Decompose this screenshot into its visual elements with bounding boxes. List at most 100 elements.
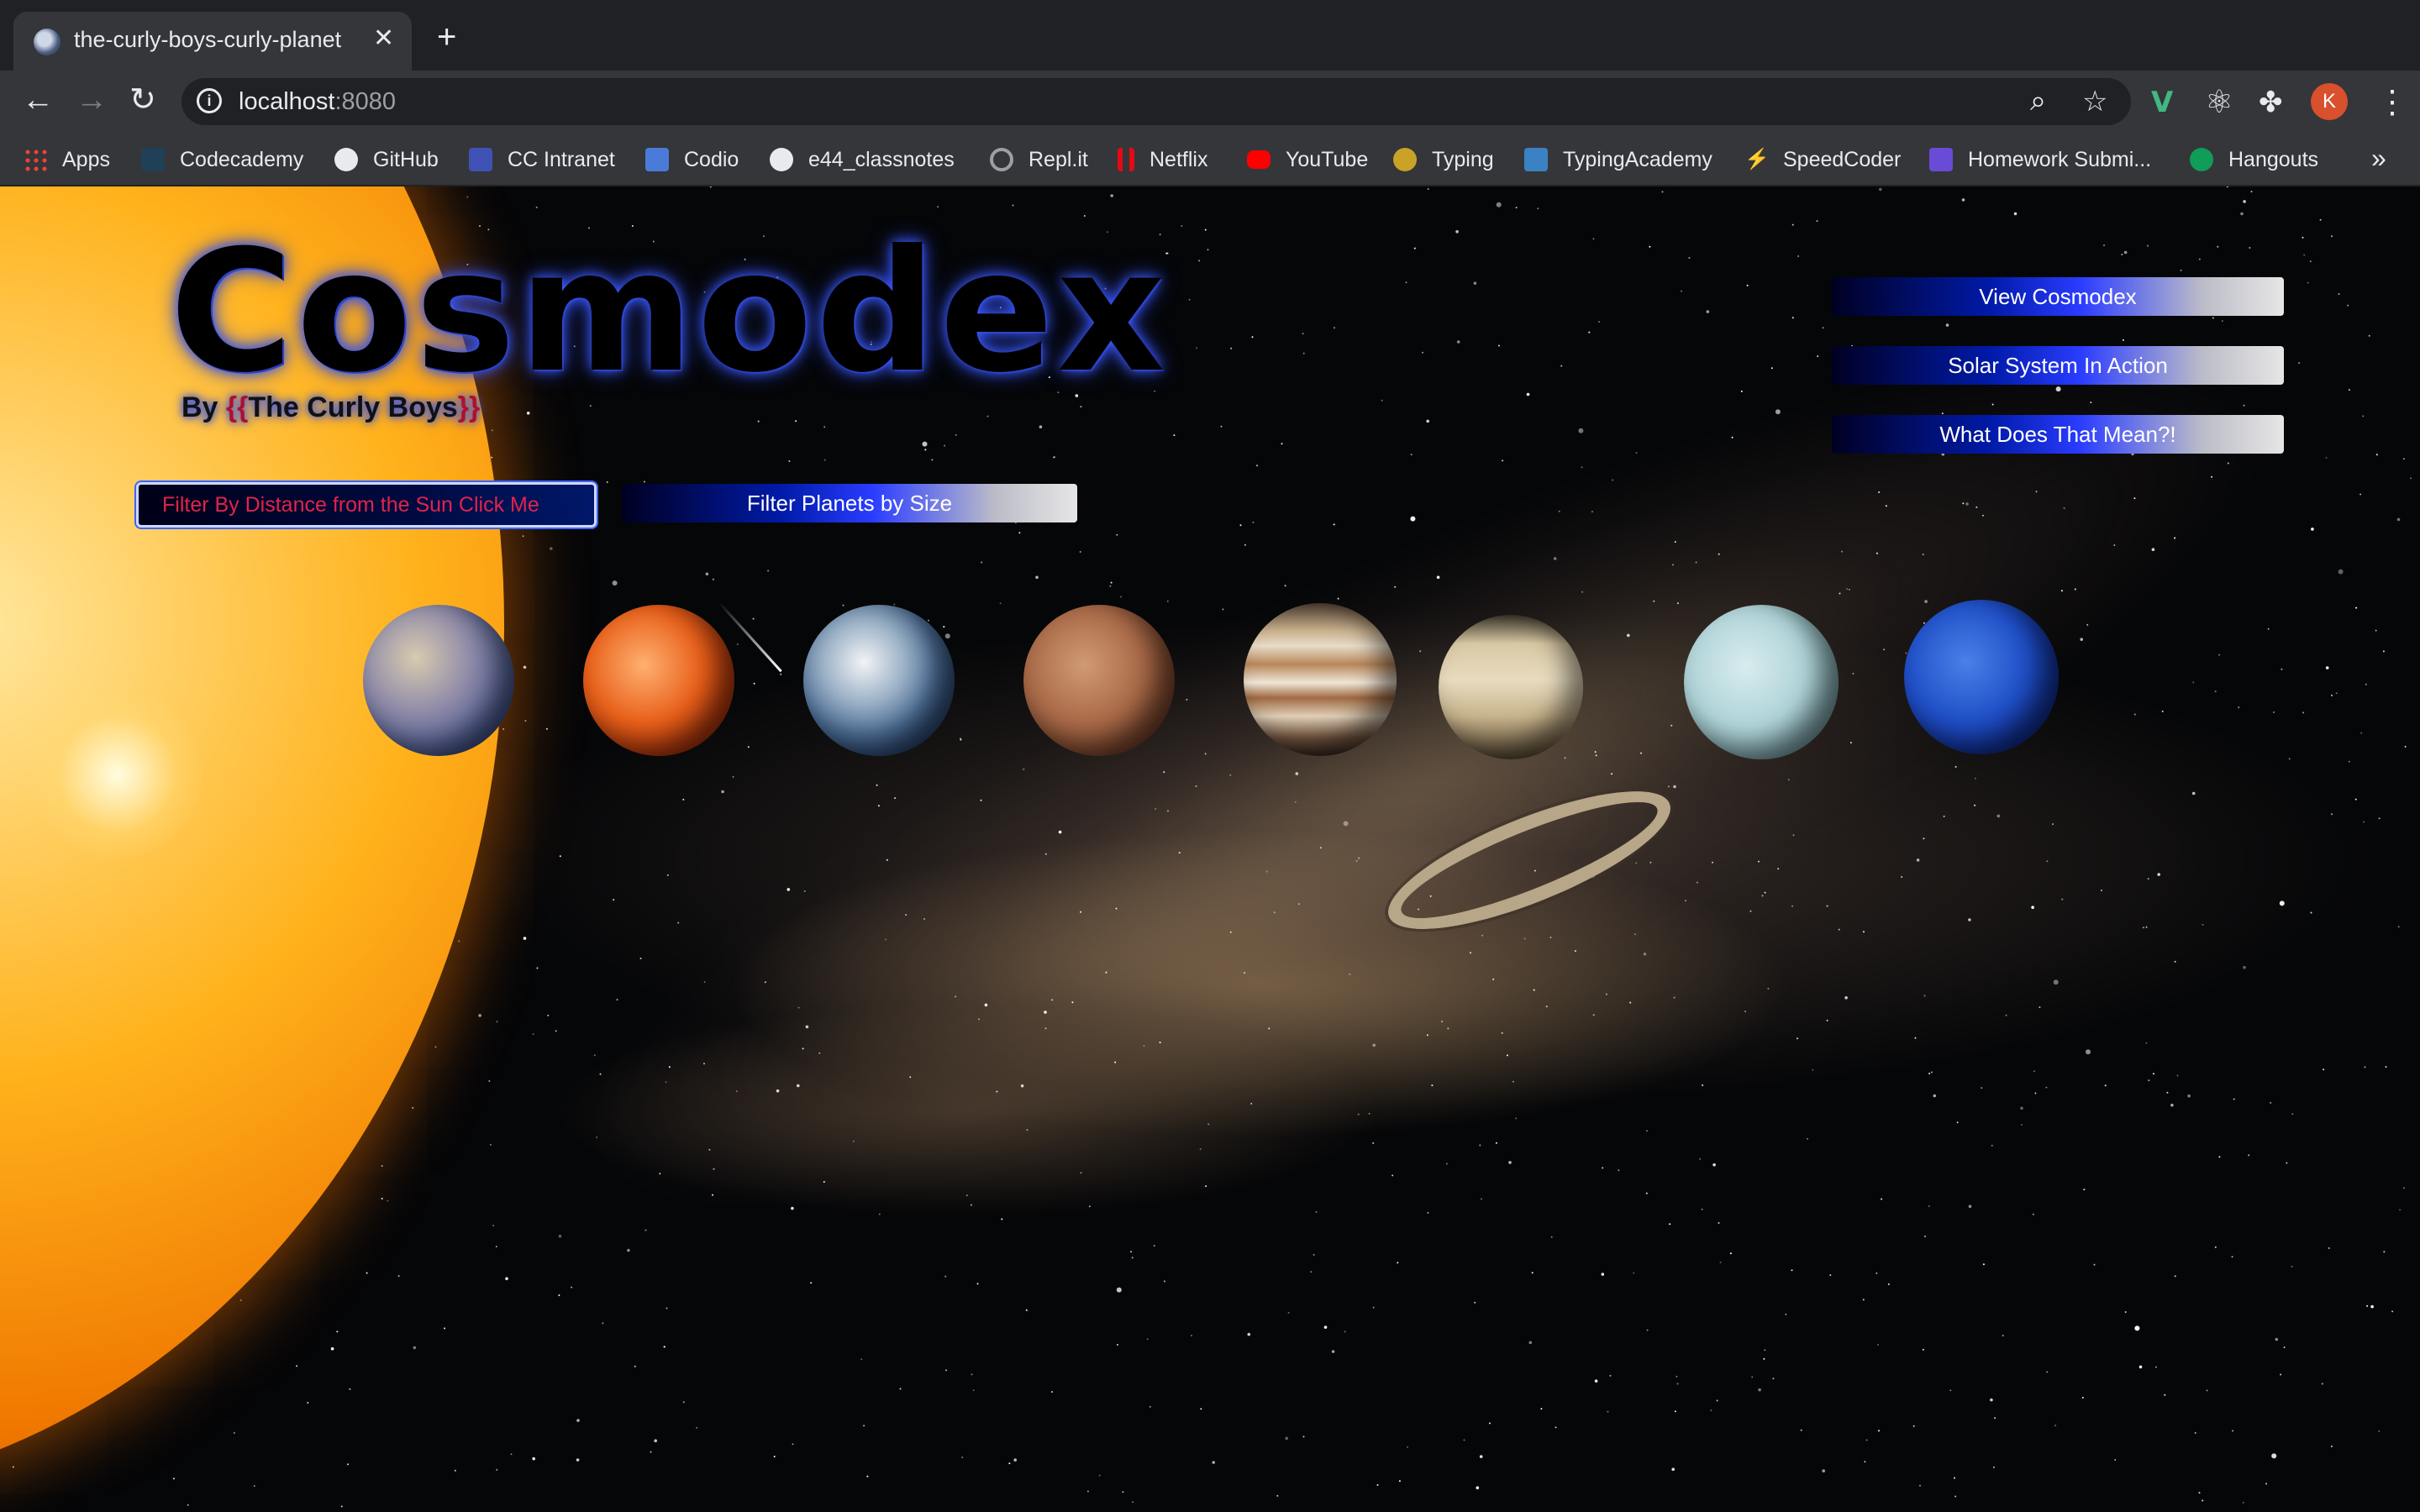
zoom-icon[interactable]: ⌕ [2030,85,2046,118]
star [2212,317,2214,319]
star [1876,1272,1878,1274]
star [1718,553,1720,555]
bookmark-typingacademy[interactable]: TypingAcademy [1524,144,1712,175]
star [876,784,878,786]
reload-icon[interactable]: ↻ [129,79,156,121]
bookmark-youtube[interactable]: YouTube [1247,144,1368,175]
bookmark-replit[interactable]: Repl.it [990,144,1088,175]
venus-planet[interactable] [583,605,734,756]
star [1515,1117,1518,1120]
byline-name: The Curly Boys [248,391,458,423]
vue-devtools-icon[interactable]: V [2151,84,2173,121]
star [532,1457,535,1461]
star [1962,502,1965,505]
star [1114,1061,1117,1063]
profile-avatar[interactable]: K [2311,83,2348,120]
menu-kebab-icon[interactable]: ⋮ [2376,84,2408,121]
star [1634,933,1636,936]
star [986,415,989,417]
mars-planet[interactable] [1023,605,1175,756]
bookmark-hangouts[interactable]: Hangouts [2190,144,2318,175]
mercury-planet[interactable] [363,605,514,756]
star [1699,1158,1702,1160]
star [1901,876,1903,878]
star [1166,600,1169,602]
star [1676,1375,1678,1378]
star [1540,1408,1543,1410]
star [2221,320,2223,323]
bookmark-apps[interactable]: Apps [24,144,110,175]
browser-tab[interactable]: the-curly-boys-curly-planet ✕ [13,12,412,71]
bookmark-homework[interactable]: Homework Submi... [1929,144,2151,175]
saturn-planet[interactable] [1439,615,1583,759]
new-tab-button[interactable]: + [437,20,456,54]
star [2303,254,2306,256]
star [2142,927,2144,929]
star [1791,905,1793,907]
star [307,1401,309,1404]
star [905,914,908,916]
star [1528,1341,1533,1345]
star [1051,1391,1054,1393]
solar-system-in-action-button[interactable]: Solar System In Action [1832,346,2284,385]
filter-by-distance-button[interactable]: Filter By Distance from the Sun Click Me [136,482,597,528]
bookmark-cc-intranet[interactable]: CC Intranet [469,144,615,175]
netflix-icon [1118,148,1134,171]
star [1343,821,1349,827]
jupiter-planet[interactable] [1244,603,1397,756]
star [2360,732,2363,734]
filter-by-size-button[interactable]: Filter Planets by Size [622,484,1077,522]
star [976,1283,979,1285]
star [2113,544,2116,546]
star [795,420,797,423]
star [937,206,939,208]
star [1199,1148,1202,1150]
bookmark-label: Hangouts [2228,147,2319,171]
back-arrow-icon[interactable]: ← [22,79,54,121]
star [1718,1221,1720,1224]
star [703,1063,705,1065]
star [1716,1399,1718,1402]
url-text[interactable]: localhost:8080 [239,88,396,116]
bookmark-e44-classnotes[interactable]: e44_classnotes [770,144,955,175]
view-cosmodex-button[interactable]: View Cosmodex [1832,277,2284,316]
site-info-icon[interactable]: i [197,88,222,113]
star [1410,516,1416,522]
bookmark-codecademy[interactable]: Codecademy [141,144,303,175]
star [1188,298,1191,301]
uranus-planet[interactable] [1684,605,1839,759]
tab-close-icon[interactable]: ✕ [373,24,394,53]
bookmarks-overflow-icon[interactable]: » [2371,143,2386,174]
what-does-that-mean-button[interactable]: What Does That Mean?! [1832,415,2284,454]
star [1667,785,1670,788]
star [2005,1014,2007,1016]
bookmark-typing[interactable]: Typing [1393,144,1494,175]
star [524,720,527,722]
forward-arrow-icon[interactable]: → [76,79,108,121]
star [2086,623,2089,626]
neptune-planet[interactable] [1904,600,2059,754]
star [1533,989,1535,991]
extensions-puzzle-icon[interactable]: ✤ [2259,84,2283,121]
star [1397,1262,1399,1264]
bookmark-star-icon[interactable]: ☆ [2082,85,2107,118]
star [1592,238,1595,240]
star [545,727,548,730]
typing-icon [1393,148,1417,171]
address-bar[interactable]: i localhost:8080 ⌕ ☆ [182,78,2131,125]
star [1763,1357,1765,1360]
bookmark-netflix[interactable]: Netflix [1118,144,1207,175]
bookmark-speedcoder[interactable]: ⚡ SpeedCoder [1744,144,1901,175]
bookmark-github[interactable]: GitHub [334,144,439,175]
earth-planet[interactable] [803,605,955,756]
react-devtools-icon[interactable]: ⚛ [2205,84,2233,121]
star [2338,569,2344,575]
star [2382,650,2385,653]
star [1026,1129,1028,1131]
star [1670,724,1673,727]
star [1105,971,1107,974]
star [1712,861,1713,864]
star [1928,1073,1931,1074]
star [1931,1071,1933,1074]
bookmark-codio[interactable]: Codio [645,144,739,175]
